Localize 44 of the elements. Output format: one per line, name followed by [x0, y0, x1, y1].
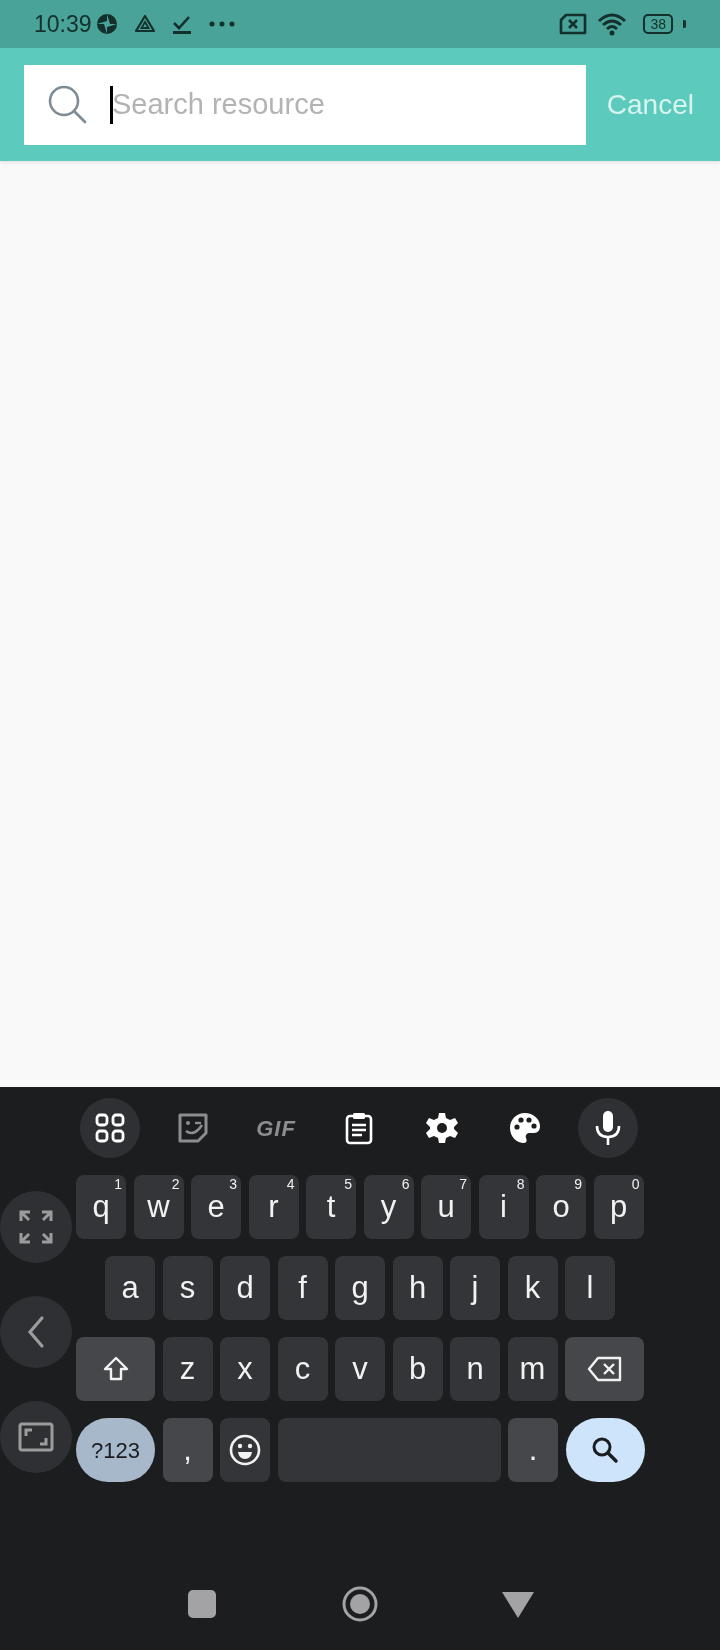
keyboard-key[interactable]: , [162, 1418, 213, 1482]
emoji-key[interactable] [220, 1418, 270, 1482]
expand-arrows-icon [18, 1209, 54, 1245]
keyboard-key[interactable]: d [220, 1256, 270, 1320]
search-input[interactable]: Search resource [112, 82, 532, 127]
home-button[interactable] [342, 1585, 378, 1622]
microphone-icon[interactable] [594, 1110, 622, 1146]
triangle-icon [133, 13, 156, 35]
shift-key[interactable] [76, 1337, 155, 1401]
keyboard-key[interactable]: m [507, 1337, 558, 1401]
more-dots-icon [207, 20, 236, 28]
keyboard-key[interactable]: j [450, 1256, 500, 1320]
keyboard-key[interactable]: h [392, 1256, 443, 1320]
shift-arrow-icon [101, 1355, 130, 1383]
keyboard-key[interactable]: b [392, 1337, 443, 1401]
search-icon [591, 1436, 619, 1464]
keyboard-key[interactable]: c [277, 1337, 328, 1401]
backspace-icon [586, 1356, 623, 1382]
keyboard-key[interactable]: k [507, 1256, 558, 1320]
keyboard-key[interactable]: a [105, 1256, 155, 1320]
backspace-key[interactable] [565, 1337, 644, 1401]
keyboard-key[interactable]: s [162, 1256, 213, 1320]
no-sim-icon [559, 13, 588, 35]
keyboard-key[interactable]: f [277, 1256, 328, 1320]
clipboard-icon[interactable] [345, 1111, 373, 1145]
smiley-icon [229, 1434, 261, 1466]
keyboard-key[interactable]: x [220, 1337, 270, 1401]
sticker-icon[interactable] [176, 1111, 210, 1145]
battery-indicator: 38 [643, 14, 673, 34]
gif-button[interactable]: GIF [256, 1111, 296, 1145]
keyboard-key[interactable]: l [565, 1256, 615, 1320]
keyboard-key[interactable]: n [450, 1337, 500, 1401]
keyboard-key[interactable]: . [508, 1418, 558, 1482]
search-field[interactable]: Search resource [24, 64, 586, 145]
keyboard-key[interactable]: z [162, 1337, 213, 1401]
symbols-key[interactable]: ?123 [76, 1418, 155, 1482]
pinwheel-icon [95, 13, 118, 35]
apps-grid-icon[interactable] [95, 1113, 125, 1143]
settings-icon[interactable] [426, 1112, 458, 1144]
palette-icon[interactable] [509, 1112, 541, 1144]
keyboard-key[interactable]: v [335, 1337, 385, 1401]
keyboard-key[interactable]: g [335, 1256, 385, 1320]
clock-time: 10:39 [34, 9, 92, 39]
wifi-icon [597, 12, 628, 36]
